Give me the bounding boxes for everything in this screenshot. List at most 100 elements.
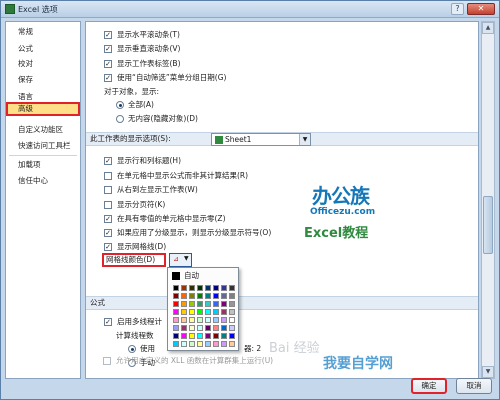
help-button[interactable]: ? — [451, 3, 464, 15]
color-swatch[interactable] — [173, 285, 179, 291]
color-swatch[interactable] — [181, 325, 187, 331]
cancel-button[interactable]: 取消 — [456, 378, 492, 394]
color-swatch[interactable] — [205, 325, 211, 331]
color-swatch[interactable] — [173, 341, 179, 347]
color-swatch[interactable] — [181, 301, 187, 307]
color-swatch[interactable] — [229, 325, 235, 331]
color-swatch[interactable] — [229, 341, 235, 347]
color-swatch[interactable] — [197, 341, 203, 347]
color-swatch[interactable] — [173, 293, 179, 299]
color-swatch[interactable] — [213, 341, 219, 347]
color-swatch[interactable] — [213, 309, 219, 315]
color-swatch[interactable] — [213, 301, 219, 307]
scroll-up-arrow-icon[interactable]: ▲ — [482, 22, 494, 34]
color-swatch[interactable] — [181, 341, 187, 347]
color-swatch[interactable] — [213, 317, 219, 323]
color-swatch[interactable] — [181, 317, 187, 323]
color-swatch[interactable] — [189, 285, 195, 291]
scroll-down-arrow-icon[interactable]: ▼ — [482, 366, 494, 378]
checkbox-unchecked-icon[interactable] — [103, 357, 111, 365]
color-swatch[interactable] — [189, 309, 195, 315]
color-swatch[interactable] — [213, 333, 219, 339]
color-swatch[interactable] — [197, 309, 203, 315]
color-swatch[interactable] — [205, 285, 211, 291]
color-swatch[interactable] — [205, 301, 211, 307]
color-swatch[interactable] — [181, 293, 187, 299]
sidebar-item-advanced[interactable]: 高级 — [6, 102, 80, 116]
color-swatch[interactable] — [173, 325, 179, 331]
radio-selected-icon[interactable] — [128, 345, 136, 353]
color-swatch[interactable] — [229, 309, 235, 315]
color-swatch[interactable] — [173, 301, 179, 307]
color-swatch[interactable] — [189, 341, 195, 347]
color-swatch[interactable] — [229, 293, 235, 299]
color-swatch[interactable] — [173, 317, 179, 323]
color-swatch[interactable] — [189, 301, 195, 307]
color-swatch[interactable] — [221, 309, 227, 315]
chevron-down-icon[interactable]: ▼ — [299, 134, 310, 145]
color-swatch[interactable] — [197, 317, 203, 323]
checkbox-unchecked-icon[interactable] — [104, 201, 112, 209]
color-swatch[interactable] — [189, 317, 195, 323]
color-swatch[interactable] — [221, 285, 227, 291]
checkbox-checked-icon[interactable]: ✓ — [104, 60, 112, 68]
color-swatch[interactable] — [221, 325, 227, 331]
color-swatch[interactable] — [221, 333, 227, 339]
color-swatch[interactable] — [221, 341, 227, 347]
gridline-color-picker-button[interactable]: ⊿ ▼ — [169, 253, 192, 267]
sidebar-item-general[interactable]: 常规 — [6, 25, 80, 39]
color-swatch[interactable] — [229, 301, 235, 307]
close-button[interactable]: ✕ — [467, 3, 495, 15]
color-swatch[interactable] — [221, 317, 227, 323]
sidebar-item-trust-center[interactable]: 信任中心 — [6, 174, 80, 188]
color-swatch[interactable] — [221, 301, 227, 307]
sidebar-item-formulas[interactable]: 公式 — [6, 42, 80, 56]
checkbox-checked-icon[interactable]: ✓ — [104, 45, 112, 53]
checkbox-checked-icon[interactable]: ✓ — [104, 243, 112, 251]
sidebar-item-customize-ribbon[interactable]: 自定义功能区 — [6, 123, 80, 137]
color-swatch[interactable] — [205, 341, 211, 347]
color-swatch[interactable] — [213, 325, 219, 331]
color-swatch[interactable] — [197, 293, 203, 299]
color-swatch[interactable] — [189, 293, 195, 299]
automatic-color-label[interactable]: 自动 — [184, 270, 199, 281]
color-swatch[interactable] — [221, 293, 227, 299]
color-swatch[interactable] — [197, 285, 203, 291]
color-swatch[interactable] — [197, 325, 203, 331]
scroll-thumb[interactable] — [483, 196, 493, 254]
ok-button[interactable]: 确定 — [411, 378, 447, 394]
sidebar-item-add-ins[interactable]: 加载项 — [6, 158, 80, 172]
checkbox-unchecked-icon[interactable] — [104, 186, 112, 194]
color-swatch[interactable] — [205, 317, 211, 323]
color-swatch[interactable] — [197, 301, 203, 307]
color-swatch[interactable] — [213, 293, 219, 299]
color-swatch[interactable] — [229, 317, 235, 323]
color-swatch[interactable] — [197, 333, 203, 339]
color-swatch[interactable] — [205, 293, 211, 299]
color-swatch[interactable] — [229, 285, 235, 291]
sheet-selector-dropdown[interactable]: Sheet1 ▼ — [211, 133, 311, 146]
color-swatch[interactable] — [229, 333, 235, 339]
color-swatch[interactable] — [181, 333, 187, 339]
color-swatch[interactable] — [189, 333, 195, 339]
checkbox-checked-icon[interactable]: ✓ — [104, 31, 112, 39]
sidebar-item-proofing[interactable]: 校对 — [6, 57, 80, 71]
color-swatch[interactable] — [189, 325, 195, 331]
checkbox-checked-icon[interactable]: ✓ — [104, 74, 112, 82]
chevron-down-icon[interactable]: ▼ — [184, 255, 189, 262]
checkbox-checked-icon[interactable]: ✓ — [104, 157, 112, 165]
checkbox-checked-icon[interactable]: ✓ — [104, 215, 112, 223]
color-swatch[interactable] — [181, 309, 187, 315]
options-scrollbar[interactable]: ▲ ▼ — [481, 21, 495, 379]
color-swatch[interactable] — [213, 285, 219, 291]
checkbox-unchecked-icon[interactable] — [104, 172, 112, 180]
radio-selected-icon[interactable] — [116, 101, 124, 109]
radio-unselected-icon[interactable] — [116, 115, 124, 123]
checkbox-checked-icon[interactable]: ✓ — [104, 229, 112, 237]
color-swatch[interactable] — [181, 285, 187, 291]
sidebar-item-save[interactable]: 保存 — [6, 73, 80, 87]
color-swatch[interactable] — [205, 333, 211, 339]
sidebar-item-quick-access-toolbar[interactable]: 快速访问工具栏 — [6, 139, 80, 153]
color-swatch[interactable] — [205, 309, 211, 315]
color-swatch-automatic[interactable] — [172, 272, 180, 280]
